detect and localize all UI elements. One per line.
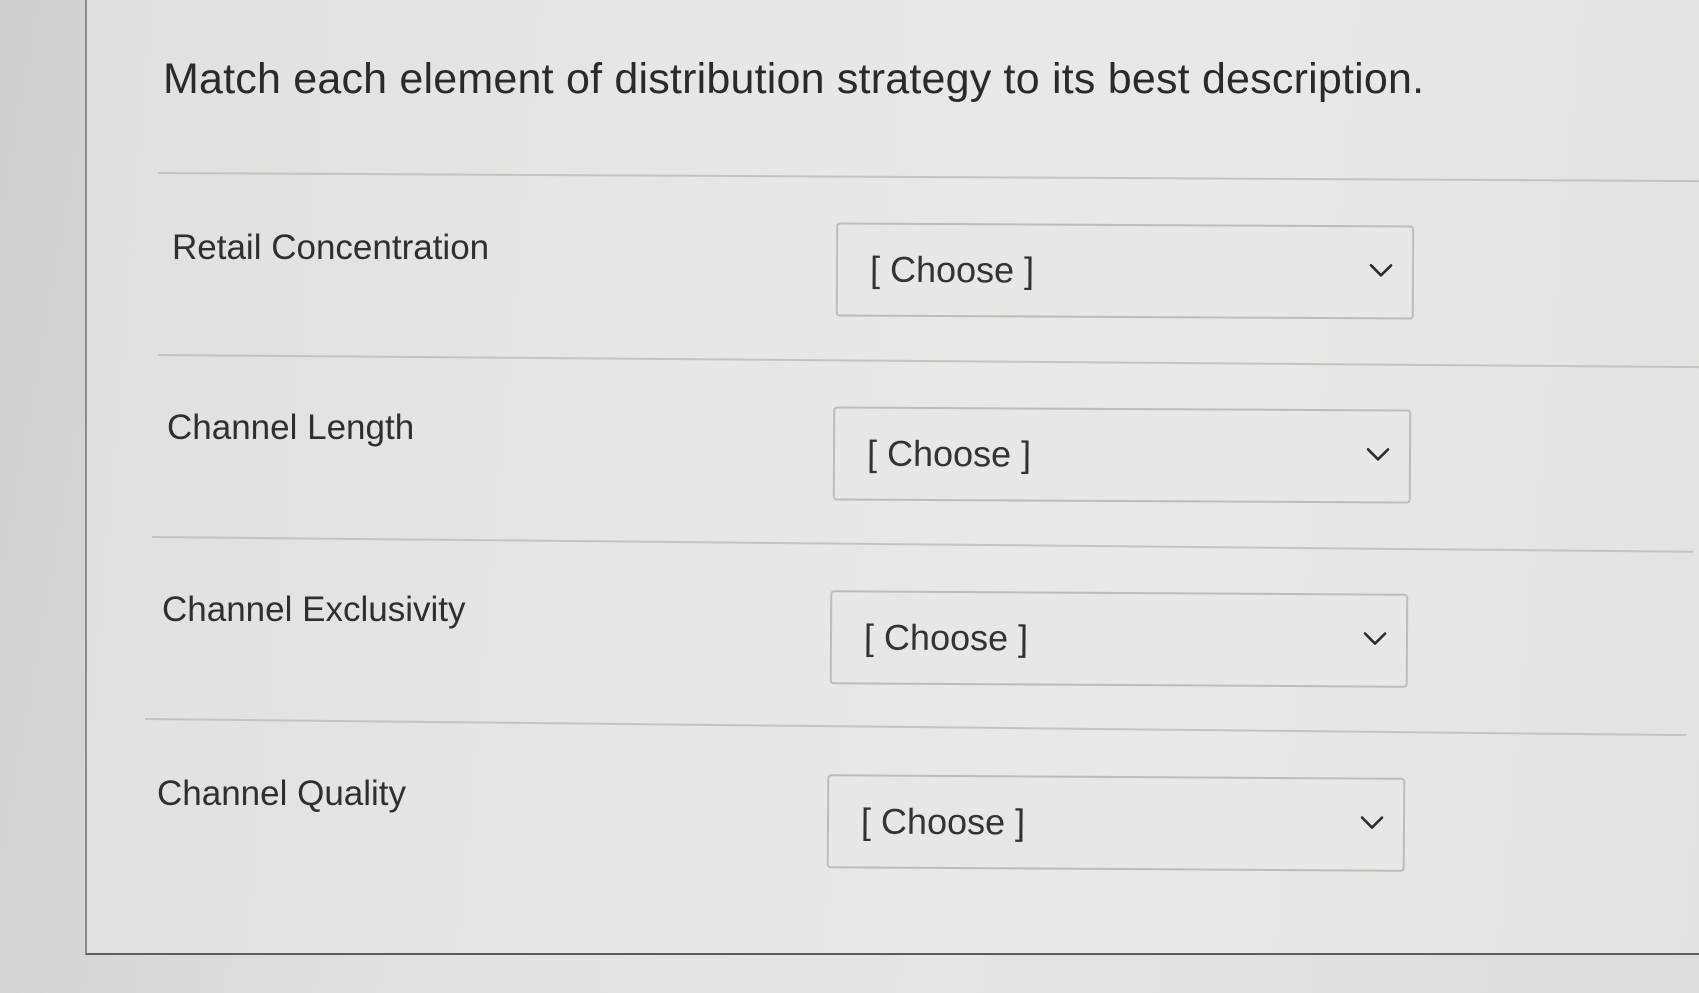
question-title: Match each element of distribution strat… [163,55,1425,103]
row-label-channel-length: Channel Length [167,408,415,447]
match-select-retail-concentration[interactable]: [ Choose ] [835,222,1415,320]
select-value: [ Choose ] [869,248,1035,291]
match-select-channel-length[interactable]: [ Choose ] [832,406,1412,504]
select-value: [ Choose ] [863,616,1029,659]
chevron-down-icon [1366,447,1390,461]
row-label-channel-quality: Channel Quality [157,774,407,813]
row-label-channel-exclusivity: Channel Exclusivity [162,590,466,629]
chevron-down-icon [1363,632,1387,645]
chevron-down-icon [1360,816,1384,829]
row-label-retail-concentration: Retail Concentration [172,228,490,267]
select-value: [ Choose ] [866,432,1032,475]
chevron-down-icon [1369,263,1393,277]
match-select-channel-quality[interactable]: [ Choose ] [826,774,1406,872]
select-value: [ Choose ] [860,800,1026,843]
match-select-channel-exclusivity[interactable]: [ Choose ] [829,590,1409,688]
